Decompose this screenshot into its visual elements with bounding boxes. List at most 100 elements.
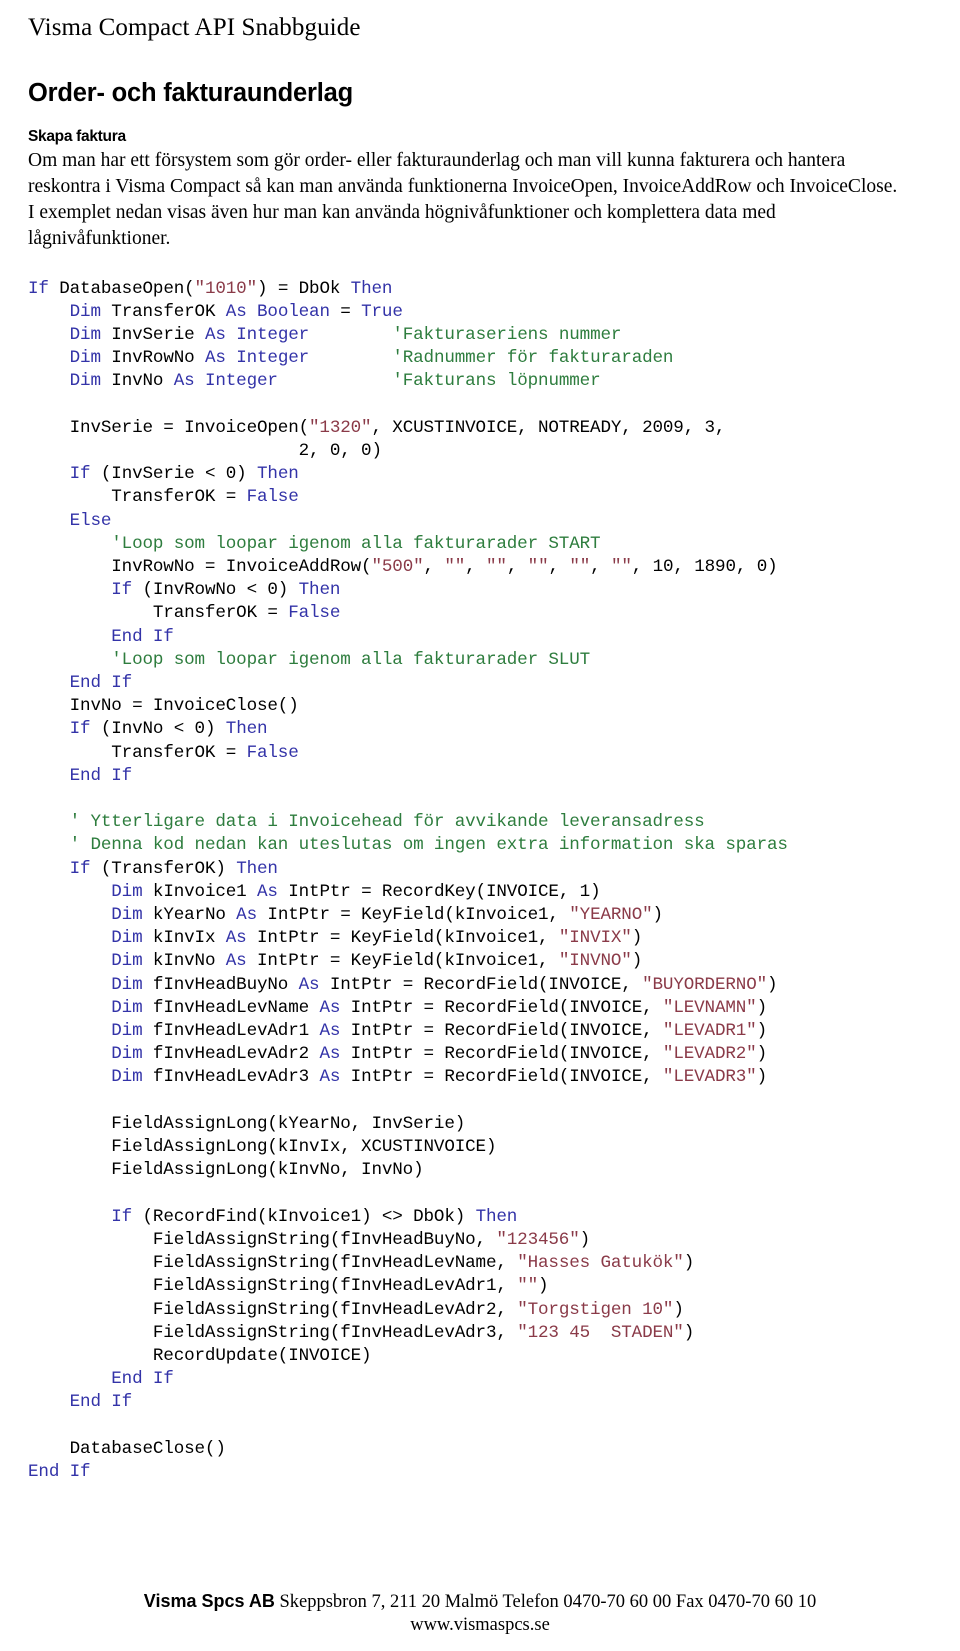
code-token: If [111,580,133,601]
code-token: Dim [111,1044,143,1065]
section-heading: Skapa faktura [28,127,126,145]
code-token: Dim [111,1067,143,1088]
code-token: Else [69,510,112,531]
code-token: ) [756,1044,768,1065]
code-token: "" [486,557,507,578]
code-token: TransferOK = [28,603,289,624]
code-token: End If [111,1369,174,1390]
code-token: Dim [69,301,101,322]
code-token: Dim [111,997,143,1018]
code-token: IntPtr = RecordKey(INVOICE, 1) [277,881,601,902]
code-block: If DatabaseOpen("1010") = DbOk Then Dim … [28,278,932,1485]
code-token: DatabaseClose() [28,1438,226,1459]
code-token: FieldAssignString(fInvHeadLevAdr2, [28,1299,518,1320]
code-token: "BUYORDERNO" [642,974,768,995]
code-token: IntPtr = RecordField(INVOICE, [340,1021,663,1042]
code-token: ) [756,1021,768,1042]
code-token: , [548,557,570,578]
code-token: 'Loop som loopar igenom alla fakturarade… [111,649,591,670]
code-token: As [319,1021,341,1042]
code-token: kInvoice1 [142,881,257,902]
code-token: "LEVADR2" [662,1044,757,1065]
code-token: False [246,487,299,508]
code-token: RecordUpdate(INVOICE) [28,1345,372,1366]
code-token: Dim [69,348,101,369]
code-token: ) [579,1229,591,1250]
code-token: "123 45 STADEN" [517,1322,684,1343]
code-token: = [329,301,362,322]
code-token: FieldAssignLong(kInvNo, InvNo) [28,1160,424,1181]
code-token: If [69,858,91,879]
code-token: ' Denna kod nedan kan uteslutas om ingen… [69,835,788,856]
code-token: "INVNO" [558,951,632,972]
code-token: IntPtr = RecordField(INVOICE, [340,1067,663,1088]
code-token: kInvNo [142,951,226,972]
code-token: "LEVNAMN" [662,997,757,1018]
code-token: Then [475,1206,518,1227]
code-token: ) [631,951,643,972]
code-token: "1010" [194,278,258,299]
code-token: Then [257,464,299,485]
code-token: ) [538,1276,549,1297]
code-token: "" [569,557,591,578]
code-token: If [69,719,91,740]
code-token: 'Radnummer för fakturaraden [392,348,674,369]
code-token: InvRowNo = InvoiceAddRow( [28,557,372,578]
code-token: , [465,557,486,578]
code-token: As [225,928,247,949]
code-token: ) [756,1067,768,1088]
code-token: "1320" [309,417,372,438]
code-token: (InvNo < 0) [90,719,226,740]
code-token: fInvHeadBuyNo [142,974,299,995]
footer-contact-line: Visma Spcs AB Skeppsbron 7, 211 20 Malmö… [0,1590,960,1614]
code-token: "123456" [496,1229,580,1250]
code-token: Dim [111,974,143,995]
code-token: InvNo = InvoiceClose() [28,696,299,717]
code-token: DatabaseOpen( [59,278,195,299]
code-token: 2, 0, 0) [28,441,382,461]
code-token: Dim [69,324,101,345]
code-token: "" [444,557,466,578]
footer-website: www.vismaspcs.se [410,1615,550,1635]
code-token: Dim [111,881,143,902]
code-token: kInvIx [142,928,226,949]
code-token: If [28,278,60,299]
code-token: ) [767,974,778,995]
code-token: "INVIX" [558,928,632,949]
code-token: As [257,881,278,902]
code-token: ) [683,1322,695,1343]
code-token: Then [350,278,393,299]
code-token: InvRowNo [100,348,205,369]
code-token: fInvHeadLevName [142,997,320,1018]
code-token: "Torgstigen 10" [517,1299,674,1320]
code-token: As Integer [173,371,278,392]
code-token: Then [298,580,341,601]
code-token: fInvHeadLevAdr3 [142,1067,320,1088]
code-token: "Hasses Gatukök" [517,1253,684,1274]
code-token: As Integer [204,348,310,369]
code-token: ) [756,997,768,1018]
code-token: , [590,557,611,578]
document-header: Visma Compact API Snabbguide [28,14,361,41]
code-token: TransferOK = [28,742,247,763]
code-token: False [246,742,299,763]
